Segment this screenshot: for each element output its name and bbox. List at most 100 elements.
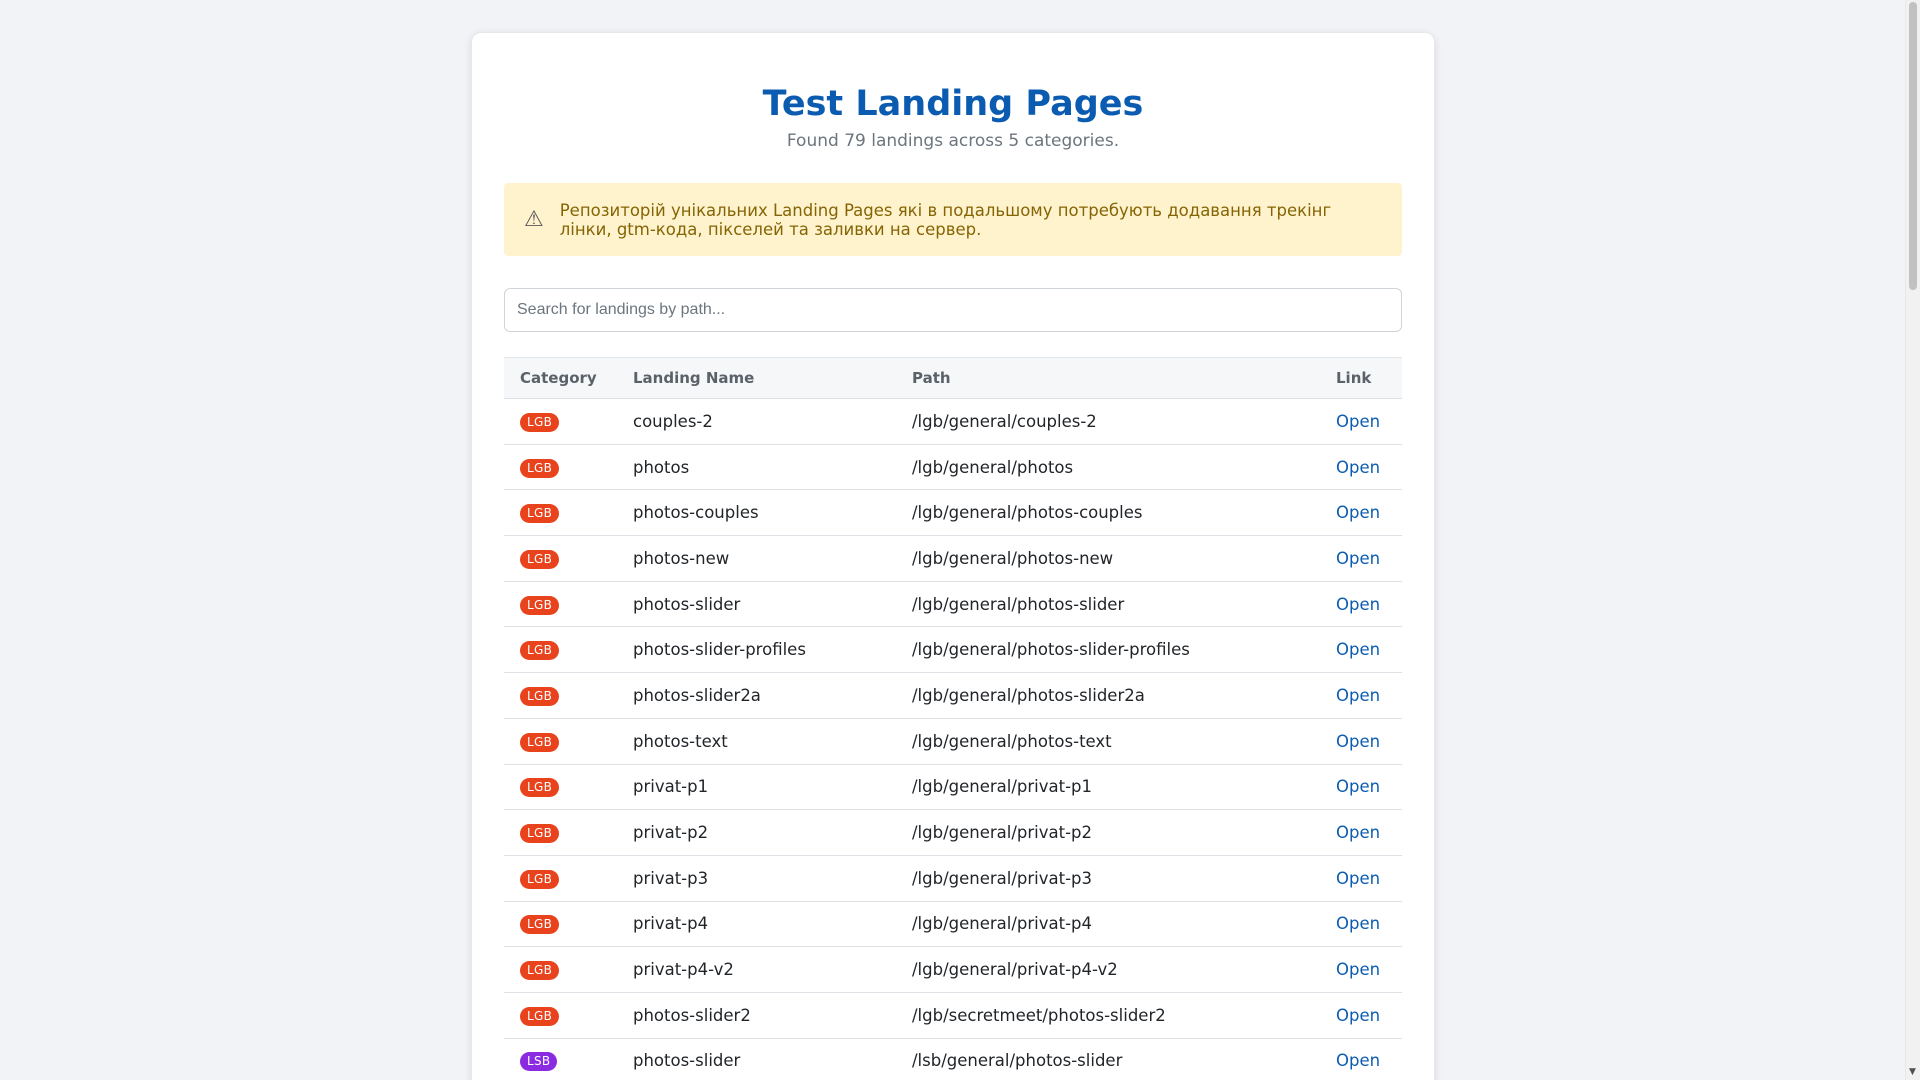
link-cell: Open: [1320, 1038, 1402, 1080]
path-cell: /lgb/general/couples-2: [896, 398, 1320, 445]
open-link[interactable]: Open: [1336, 777, 1380, 796]
link-cell: Open: [1320, 444, 1402, 491]
link-cell: Open: [1320, 535, 1402, 582]
table-row: LGB photos/lgb/general/photos Open: [504, 444, 1402, 491]
landing-name-cell: photos-couples: [617, 489, 896, 537]
table-row: LGB couples-2/lgb/general/couples-2 Open: [504, 398, 1402, 445]
open-link[interactable]: Open: [1336, 686, 1380, 705]
path-cell: /lgb/general/photos-slider-profiles: [896, 626, 1320, 674]
path-cell: /lgb/general/photos-new: [896, 535, 1320, 582]
open-link[interactable]: Open: [1336, 1006, 1380, 1025]
open-link[interactable]: Open: [1336, 1051, 1380, 1070]
category-badge: LGB: [520, 778, 560, 798]
path-cell: /lsb/general/photos-slider: [896, 1038, 1320, 1080]
table-body: LGB couples-2/lgb/general/couples-2 Open LG…: [504, 398, 1402, 1080]
path-cell: /lgb/general/privat-p2: [896, 809, 1320, 856]
category-badge: LGB: [520, 869, 560, 889]
landing-name-cell: photos-slider: [617, 1038, 896, 1080]
table-row: LGB privat-p4-v2/lgb/general/privat-p4-v2…: [504, 946, 1402, 993]
column-header-category: Category: [504, 357, 617, 399]
category-badge: LGB: [520, 549, 560, 569]
category-cell: LGB: [504, 901, 617, 948]
category-cell: LGB: [504, 444, 617, 491]
open-link[interactable]: Open: [1336, 458, 1380, 477]
table-row: LGB photos-text/lgb/general/photos-text Op…: [504, 718, 1402, 765]
landing-name-cell: photos: [617, 444, 896, 491]
link-cell: Open: [1320, 489, 1402, 537]
category-cell: LGB: [504, 992, 617, 1039]
table-row: LGB photos-slider/lgb/general/photos-slid…: [504, 581, 1402, 628]
open-link[interactable]: Open: [1336, 914, 1380, 933]
category-badge: LGB: [520, 641, 560, 661]
landing-name-cell: privat-p4-v2: [617, 946, 896, 993]
table-row: LGB photos-new/lgb/general/photos-new Open: [504, 535, 1402, 582]
category-cell: LGB: [504, 718, 617, 765]
landing-name-cell: privat-p3: [617, 855, 896, 902]
link-cell: Open: [1320, 581, 1402, 628]
category-cell: LGB: [504, 535, 617, 582]
page-title: Test Landing Pages: [762, 84, 1144, 124]
link-cell: Open: [1320, 718, 1402, 765]
category-badge: LGB: [520, 732, 560, 752]
category-cell: LSB: [504, 1038, 617, 1080]
table-row: LGB privat-p4/lgb/general/privat-p4 Open: [504, 901, 1402, 948]
path-cell: /lgb/general/photos-text: [896, 718, 1320, 765]
table-row: LGB privat-p2/lgb/general/privat-p2 Open: [504, 809, 1402, 856]
link-cell: Open: [1320, 946, 1402, 993]
path-cell: /lgb/general/privat-p3: [896, 855, 1320, 902]
path-cell: /lgb/secretmeet/photos-slider2: [896, 992, 1320, 1039]
path-cell: /lgb/general/privat-p4: [896, 901, 1320, 948]
table-row: LGB privat-p3/lgb/general/privat-p3 Open: [504, 855, 1402, 902]
scroll-down-arrow-icon[interactable]: ▼: [1909, 1067, 1916, 1077]
open-link[interactable]: Open: [1336, 549, 1380, 568]
open-link[interactable]: Open: [1336, 503, 1380, 522]
column-header-path: Path: [896, 357, 1320, 399]
search-input[interactable]: [504, 288, 1402, 332]
category-cell: LGB: [504, 398, 617, 445]
link-cell: Open: [1320, 855, 1402, 902]
link-cell: Open: [1320, 672, 1402, 719]
landing-name-cell: photos-slider-profiles: [617, 626, 896, 674]
path-cell: /lgb/general/photos-couples: [896, 489, 1320, 537]
column-header-landing-name: Landing Name: [617, 357, 896, 399]
landings-table: Category Landing Name Path Link LGB coupl…: [504, 357, 1402, 1080]
path-cell: /lgb/general/photos: [896, 444, 1320, 491]
open-link[interactable]: Open: [1336, 869, 1380, 888]
page: Test Landing Pages Found 79 landings acr…: [0, 0, 1920, 1080]
path-cell: /lgb/general/photos-slider: [896, 581, 1320, 628]
column-header-link: Link: [1320, 357, 1402, 399]
path-cell: /lgb/general/privat-p4-v2: [896, 946, 1320, 993]
category-badge: LGB: [520, 412, 560, 432]
open-link[interactable]: Open: [1336, 595, 1380, 614]
table-header: Category Landing Name Path Link: [504, 357, 1402, 399]
category-cell: LGB: [504, 626, 617, 674]
scrollbar-thumb[interactable]: [1909, 2, 1917, 290]
path-cell: /lgb/general/privat-p1: [896, 764, 1320, 811]
open-link[interactable]: Open: [1336, 960, 1380, 979]
open-link[interactable]: Open: [1336, 732, 1380, 751]
link-cell: Open: [1320, 809, 1402, 856]
alert-text: Репозиторій унікальних Landing Pages які…: [559, 200, 1332, 239]
landing-name-cell: couples-2: [617, 398, 896, 445]
category-cell: LGB: [504, 809, 617, 856]
page-subtitle: Found 79 landings across 5 categories.: [786, 131, 1120, 151]
open-link[interactable]: Open: [1336, 823, 1380, 842]
category-badge: LSB: [520, 1052, 558, 1072]
landing-name-cell: photos-new: [617, 535, 896, 582]
table-row: LGB photos-slider-profiles/lgb/general/ph…: [504, 626, 1402, 674]
category-badge: LGB: [520, 686, 560, 706]
link-cell: Open: [1320, 398, 1402, 445]
link-cell: Open: [1320, 901, 1402, 948]
landing-name-cell: photos-slider2: [617, 992, 896, 1039]
vertical-scrollbar[interactable]: ▼: [1905, 0, 1920, 1080]
category-badge: LGB: [520, 961, 560, 981]
landing-name-cell: photos-text: [617, 718, 896, 765]
warning-alert: ⚠ Репозиторій унікальних Landing Pages я…: [504, 183, 1402, 256]
open-link[interactable]: Open: [1336, 412, 1380, 431]
landing-name-cell: privat-p4: [617, 901, 896, 948]
table-row: LGB privat-p1/lgb/general/privat-p1 Open: [504, 764, 1402, 811]
open-link[interactable]: Open: [1336, 640, 1380, 659]
link-cell: Open: [1320, 992, 1402, 1039]
landing-name-cell: privat-p1: [617, 764, 896, 811]
category-cell: LGB: [504, 946, 617, 993]
